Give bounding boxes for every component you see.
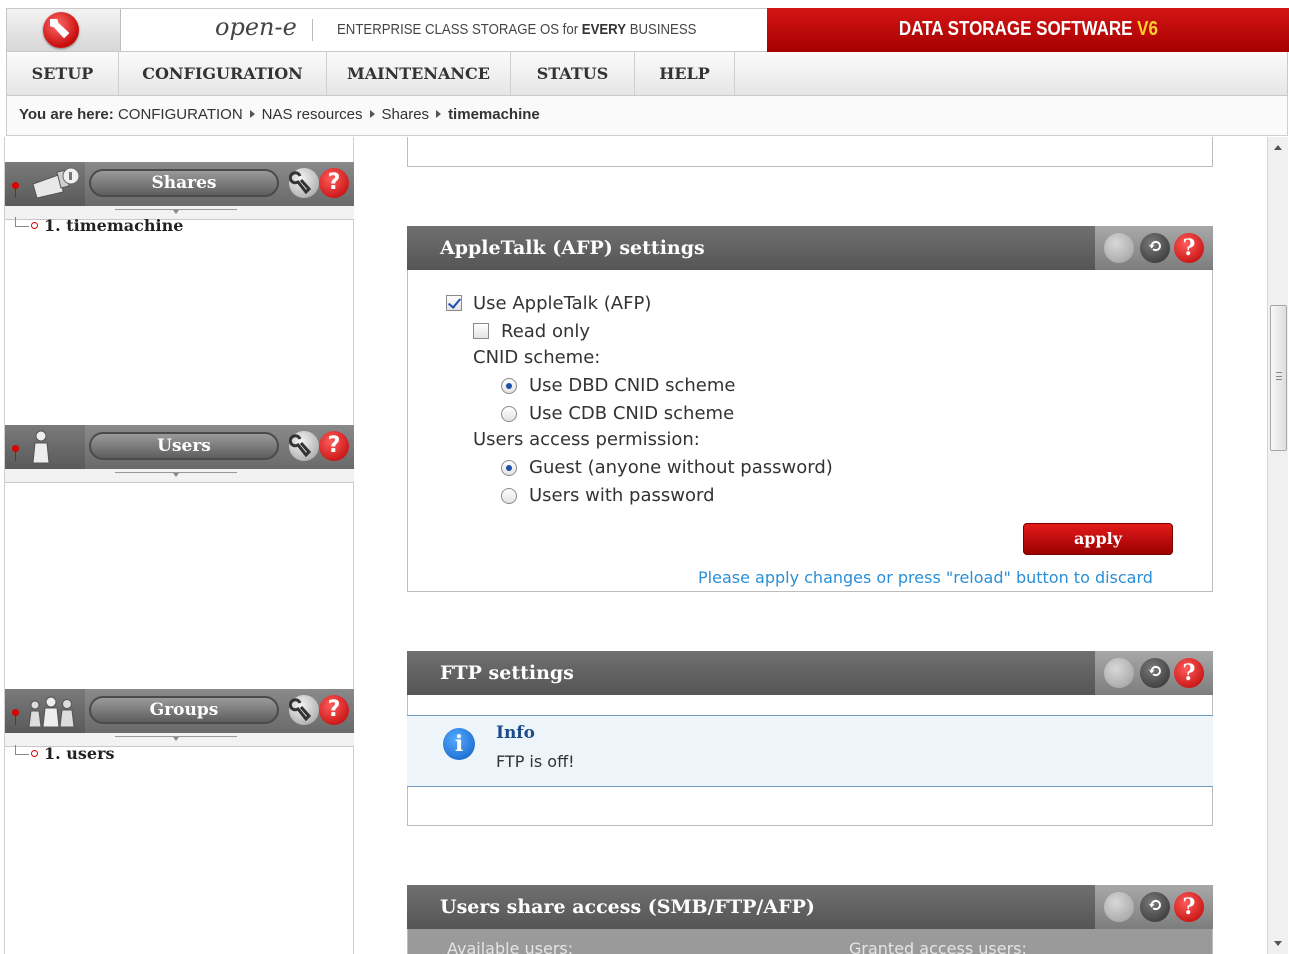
- help-icon[interactable]: ?: [1174, 233, 1204, 263]
- wrench-icon[interactable]: [288, 168, 319, 198]
- access-panel-header: Users share access (SMB/FTP/AFP) ⟲ ?: [407, 885, 1213, 929]
- breadcrumb-current: timemachine: [448, 106, 540, 123]
- groups-section-header: Groups ?: [5, 689, 354, 733]
- cnid-scheme-label: CNID scheme:: [473, 347, 601, 368]
- tree-node-icon: [31, 750, 38, 757]
- ftp-info-box: i Info FTP is off!: [407, 715, 1213, 787]
- perm-guest-radio[interactable]: [501, 460, 517, 476]
- shares-section-header: Shares ?: [5, 162, 354, 206]
- gear-icon[interactable]: [1104, 233, 1134, 263]
- groups-tools: ?: [288, 695, 351, 727]
- users-icon-box: [5, 425, 85, 469]
- afp-panel-title: AppleTalk (AFP) settings: [440, 237, 705, 259]
- cnid-dbd-label: Use DBD CNID scheme: [529, 375, 736, 396]
- logo-box: [7, 9, 121, 51]
- shares-tools: ?: [288, 168, 351, 200]
- breadcrumb-arrow-icon: [249, 110, 255, 118]
- granted-users-label: Granted access users:: [849, 939, 1027, 954]
- top-header: open-e ENTERPRISE CLASS STORAGE OS for E…: [6, 8, 1289, 52]
- help-icon[interactable]: ?: [319, 695, 349, 725]
- info-title: Info: [496, 723, 535, 743]
- reload-icon[interactable]: ⟲: [1140, 892, 1170, 922]
- reload-icon[interactable]: ⟲: [1140, 658, 1170, 688]
- brand-logo: open-e: [215, 13, 297, 41]
- perm-password-radio[interactable]: [501, 488, 517, 504]
- apply-note: Please apply changes or press "reload" b…: [698, 568, 1153, 587]
- vertical-scrollbar[interactable]: [1267, 137, 1288, 954]
- menu-maintenance[interactable]: MAINTENANCE: [327, 52, 511, 95]
- wrench-icon[interactable]: [288, 431, 319, 461]
- user-icon: [32, 430, 50, 464]
- group-icon: [28, 696, 75, 728]
- read-only-checkbox[interactable]: [473, 323, 489, 339]
- groups-title-pill[interactable]: Groups: [89, 696, 279, 724]
- afp-panel-header: AppleTalk (AFP) settings ⟲ ?: [407, 226, 1213, 270]
- breadcrumb-prefix: You are here:: [19, 106, 114, 123]
- reload-icon[interactable]: ⟲: [1140, 233, 1170, 263]
- help-icon[interactable]: ?: [1174, 658, 1204, 688]
- wrench-logo-icon: [43, 12, 79, 48]
- ftp-panel-title: FTP settings: [440, 662, 574, 684]
- info-text: FTP is off!: [496, 752, 575, 771]
- product-version: V6: [1136, 18, 1158, 40]
- product-banner: DATA STORAGE SOFTWARE V6: [767, 8, 1289, 52]
- previous-panel-bottom: [407, 137, 1213, 167]
- ftp-panel-tools: ⟲ ?: [1095, 651, 1213, 695]
- tagline: ENTERPRISE CLASS STORAGE OS for EVERY BU…: [337, 21, 697, 38]
- shares-icon-box: [5, 162, 85, 206]
- users-tools: ?: [288, 431, 351, 463]
- available-users-label: Available users:: [447, 939, 574, 954]
- ftp-panel-header: FTP settings ⟲ ?: [407, 651, 1213, 695]
- breadcrumb-item-shares[interactable]: Shares: [382, 106, 430, 123]
- wrench-icon[interactable]: [288, 695, 319, 725]
- help-icon[interactable]: ?: [319, 431, 349, 461]
- afp-panel-tools: ⟲ ?: [1095, 226, 1213, 270]
- users-section-header: Users ?: [5, 425, 354, 469]
- menu-configuration[interactable]: CONFIGURATION: [119, 52, 327, 95]
- breadcrumb-arrow-icon: [436, 110, 442, 118]
- perm-guest-label: Guest (anyone without password): [529, 457, 833, 478]
- gear-icon[interactable]: [1104, 892, 1134, 922]
- tree-item-group[interactable]: 1. users: [15, 744, 115, 763]
- users-collapse-bar[interactable]: [5, 469, 354, 483]
- main-menu: SETUP CONFIGURATION MAINTENANCE STATUS H…: [6, 52, 1288, 96]
- menu-setup[interactable]: SETUP: [7, 52, 119, 95]
- access-panel-tools: ⟲ ?: [1095, 885, 1213, 929]
- breadcrumb-item-nas-resources[interactable]: NAS resources: [262, 106, 363, 123]
- tree-item-share[interactable]: 1. timemachine: [15, 216, 183, 235]
- scroll-down-arrow-icon[interactable]: [1274, 941, 1282, 946]
- cnid-cdb-radio[interactable]: [501, 406, 517, 422]
- read-only-label: Read only: [501, 321, 591, 342]
- users-title-pill[interactable]: Users: [89, 432, 279, 460]
- use-afp-label: Use AppleTalk (AFP): [473, 293, 652, 314]
- scroll-up-arrow-icon[interactable]: [1274, 145, 1282, 150]
- left-sidebar: Shares ? 1. timemachine Users ? Groups ?: [4, 137, 354, 954]
- help-icon[interactable]: ?: [1174, 892, 1204, 922]
- cnid-dbd-radio[interactable]: [501, 378, 517, 394]
- gear-icon[interactable]: [1104, 658, 1134, 688]
- use-afp-checkbox[interactable]: [446, 295, 462, 311]
- tree-node-icon: [31, 222, 38, 229]
- groups-icon-box: [5, 689, 85, 733]
- perm-password-label: Users with password: [529, 485, 715, 506]
- main-content: AppleTalk (AFP) settings ⟲ ? Use AppleTa…: [355, 137, 1267, 954]
- apply-button[interactable]: apply: [1023, 523, 1173, 555]
- shares-title-pill[interactable]: Shares: [89, 169, 279, 197]
- shares-icon: [32, 167, 79, 199]
- breadcrumb-item-configuration[interactable]: CONFIGURATION: [118, 106, 243, 123]
- access-permission-label: Users access permission:: [473, 429, 700, 450]
- breadcrumb-arrow-icon: [369, 110, 375, 118]
- info-icon: i: [443, 728, 475, 760]
- help-icon[interactable]: ?: [319, 168, 349, 198]
- breadcrumb: You are here: CONFIGURATION NAS resources…: [6, 96, 1288, 136]
- brand-separator: [312, 19, 313, 41]
- access-panel-title: Users share access (SMB/FTP/AFP): [440, 896, 815, 918]
- scrollbar-thumb[interactable]: [1270, 305, 1287, 451]
- cnid-cdb-label: Use CDB CNID scheme: [529, 403, 735, 424]
- menu-help[interactable]: HELP: [635, 52, 735, 95]
- menu-status[interactable]: STATUS: [511, 52, 635, 95]
